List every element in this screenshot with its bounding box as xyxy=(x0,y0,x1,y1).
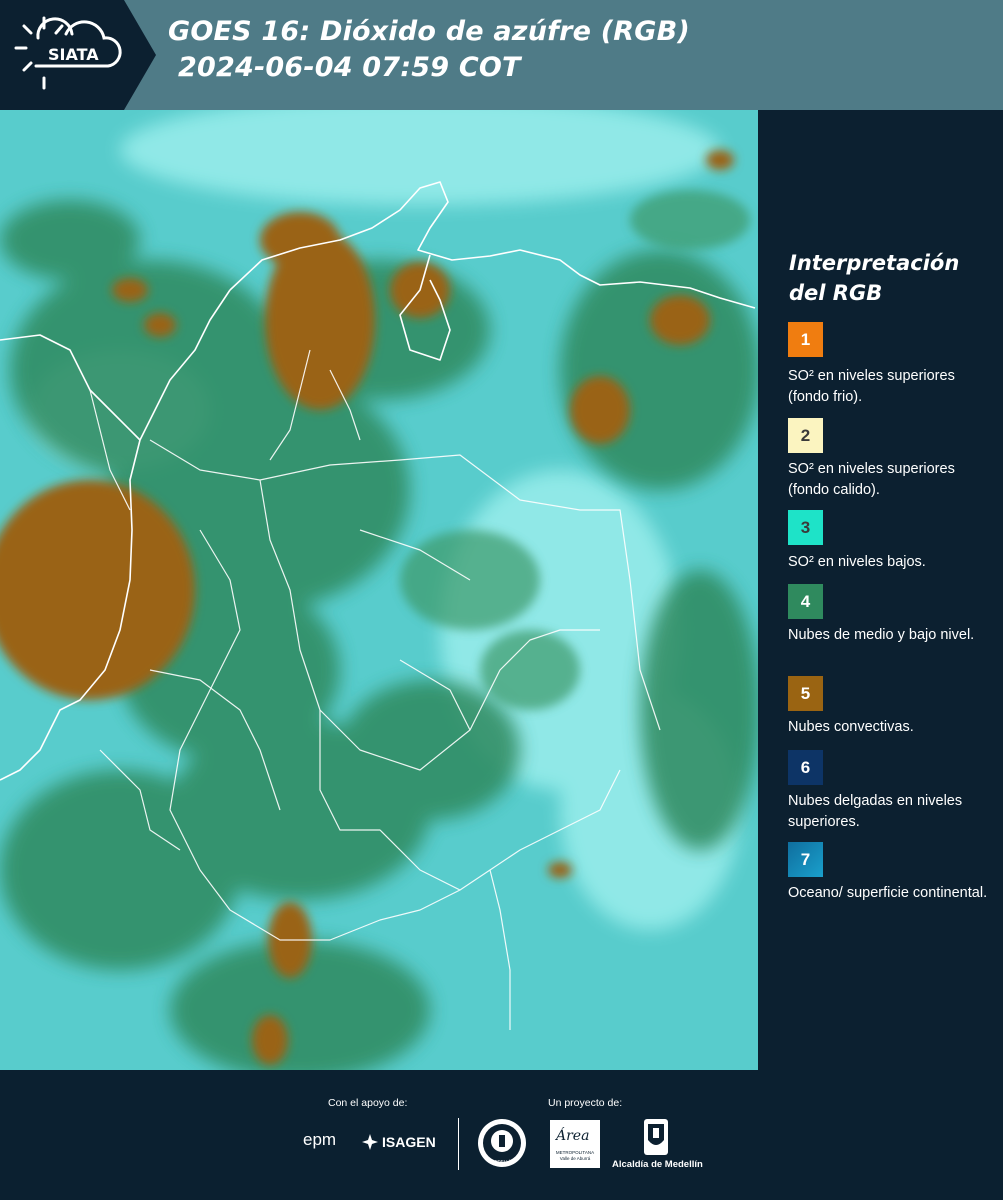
footer: Con el apoyo de: Un proyecto de: epm ISA… xyxy=(0,1070,1003,1200)
legend-item-3-text: SO² en niveles bajos. xyxy=(788,554,926,570)
legend-item-7-text: Oceano/ superficie continental. xyxy=(788,885,988,901)
page-title: GOES 16: Dióxido de azúfre (RGB) 2024-06… xyxy=(168,14,690,86)
isagen-logo-text: ISAGEN xyxy=(382,1134,436,1150)
epm-logo[interactable]: epm xyxy=(303,1130,336,1150)
medellin-seal-icon[interactable]: MEDELLÍN xyxy=(477,1118,527,1168)
legend-swatch-2: 2 xyxy=(788,418,823,453)
title-line-1: GOES 16: Dióxido de azúfre (RGB) xyxy=(168,16,690,47)
legend-item-5-text: Nubes convectivas. xyxy=(788,719,914,735)
legend-swatch-1: 1 xyxy=(788,322,823,357)
title-line-2: 2024-06-04 07:59 COT xyxy=(178,52,521,83)
legend-title: Interpretación del RGB xyxy=(789,251,960,305)
legend-item-1-text: SO² en niveles superiores (fondo frio). xyxy=(788,368,955,405)
medellin-seal-text: MEDELLÍN xyxy=(491,1158,514,1164)
satellite-image xyxy=(0,110,758,1070)
legend-swatch-7: 7 xyxy=(788,842,823,877)
footer-divider xyxy=(458,1118,459,1170)
alcaldia-label: Alcaldía de Medellín xyxy=(612,1159,703,1170)
header-bar: SIATA GOES 16: Dióxido de azúfre (RGB) 2… xyxy=(0,0,1003,110)
legend-item-6-text: Nubes delgadas en niveles superiores. xyxy=(788,793,963,830)
isagen-icon xyxy=(362,1134,378,1150)
satellite-map[interactable] xyxy=(0,110,758,1070)
project-label: Un proyecto de: xyxy=(548,1097,623,1109)
siata-logo-text: SIATA xyxy=(48,45,99,64)
legend-swatch-6: 6 xyxy=(788,750,823,785)
siata-logo[interactable]: SIATA xyxy=(0,0,156,110)
area-logo-text: Área xyxy=(556,1128,590,1144)
legend-item-4-text: Nubes de medio y bajo nivel. xyxy=(788,627,975,643)
legend-panel: Interpretación del RGB 1 SO² en niveles … xyxy=(758,110,1003,1070)
support-label: Con el apoyo de: xyxy=(328,1097,408,1109)
area-logo-caption: METROPOLITANA Valle de Aburrá xyxy=(555,1150,595,1161)
alcaldia-shield-icon[interactable] xyxy=(643,1118,669,1156)
legend-item-2-text: SO² en niveles superiores (fondo calido)… xyxy=(788,461,955,498)
legend-swatch-3: 3 xyxy=(788,510,823,545)
epm-logo-text: epm xyxy=(303,1130,337,1149)
legend-swatch-4: 4 xyxy=(788,584,823,619)
area-metropolitana-logo[interactable]: Área METROPOLITANA Valle de Aburrá xyxy=(550,1120,600,1168)
legend-swatch-5: 5 xyxy=(788,676,823,711)
